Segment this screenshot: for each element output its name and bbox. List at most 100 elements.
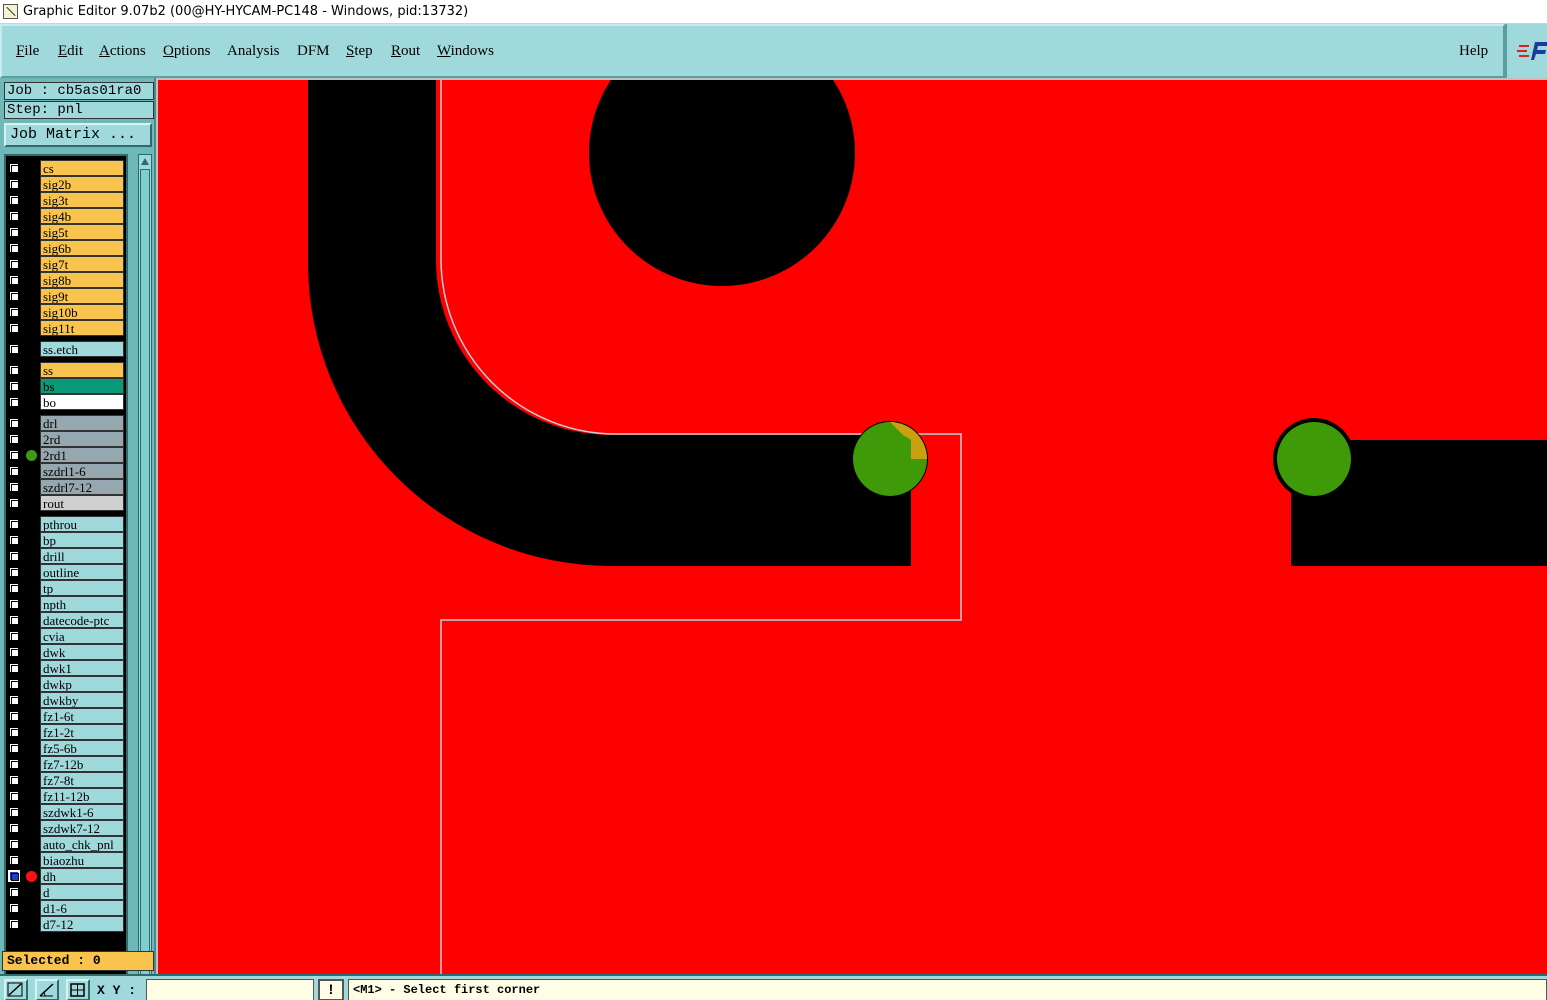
layer-name[interactable]: ss.etch [40, 341, 124, 357]
layer-row-d7-12[interactable]: d7-12 [6, 916, 124, 932]
layer-name[interactable]: fz11-12b [40, 788, 124, 804]
layer-row-rout[interactable]: rout [6, 495, 124, 511]
layer-checkbox[interactable] [8, 417, 20, 429]
layer-checkbox[interactable] [8, 242, 20, 254]
layer-name[interactable]: sig8b [40, 272, 124, 288]
layer-checkbox[interactable] [8, 870, 20, 882]
menu-file[interactable]: File [16, 43, 39, 60]
layer-checkbox[interactable] [8, 614, 20, 626]
graphic-canvas[interactable] [158, 80, 1547, 974]
layer-row-npth[interactable]: npth [6, 596, 124, 612]
layer-checkbox[interactable] [8, 322, 20, 334]
layer-name[interactable]: d1-6 [40, 900, 124, 916]
layer-checkbox[interactable] [8, 518, 20, 530]
layer-row-sig10b[interactable]: sig10b [6, 304, 124, 320]
layer-checkbox[interactable] [8, 210, 20, 222]
layer-name[interactable]: fz7-8t [40, 772, 124, 788]
layer-name[interactable]: szdwk1-6 [40, 804, 124, 820]
layer-row-dwkby[interactable]: dwkby [6, 692, 124, 708]
menu-actions[interactable]: Actions [99, 43, 146, 60]
layer-name[interactable]: biaozhu [40, 852, 124, 868]
layer-row-sig9t[interactable]: sig9t [6, 288, 124, 304]
layer-checkbox[interactable] [8, 396, 20, 408]
canvas-drawing[interactable] [158, 80, 1547, 974]
measure-button[interactable] [35, 979, 59, 1000]
menu-dfm[interactable]: DFM [297, 43, 330, 60]
layer-checkbox[interactable] [8, 178, 20, 190]
layer-name[interactable]: ss [40, 362, 124, 378]
layer-checkbox[interactable] [8, 710, 20, 722]
layer-name[interactable]: sig5t [40, 224, 124, 240]
layer-row-datecode-ptc[interactable]: datecode-ptc [6, 612, 124, 628]
scroll-up-icon[interactable] [140, 157, 150, 167]
layer-checkbox[interactable] [8, 465, 20, 477]
layer-name[interactable]: sig11t [40, 320, 124, 336]
layer-name[interactable]: cs [40, 160, 124, 176]
layer-checkbox[interactable] [8, 790, 20, 802]
layer-name[interactable]: 2rd [40, 431, 124, 447]
layer-name[interactable]: outline [40, 564, 124, 580]
layer-name[interactable]: drl [40, 415, 124, 431]
layer-row-sig11t[interactable]: sig11t [6, 320, 124, 336]
layer-checkbox[interactable] [8, 758, 20, 770]
layer-name[interactable]: fz5-6b [40, 740, 124, 756]
layer-row-szdwk7-12[interactable]: szdwk7-12 [6, 820, 124, 836]
layer-row-cs[interactable]: cs [6, 160, 124, 176]
layer-checkbox[interactable] [8, 550, 20, 562]
layer-row-drill[interactable]: drill [6, 548, 124, 564]
layer-checkbox[interactable] [8, 742, 20, 754]
layer-checkbox[interactable] [8, 566, 20, 578]
layer-checkbox[interactable] [8, 646, 20, 658]
zoom-area-button[interactable] [4, 979, 28, 1000]
layer-checkbox[interactable] [8, 726, 20, 738]
layer-row-bp[interactable]: bp [6, 532, 124, 548]
layer-name[interactable]: bo [40, 394, 124, 410]
scroll-thumb[interactable] [140, 169, 150, 1000]
layer-row-cvia[interactable]: cvia [6, 628, 124, 644]
layer-name[interactable]: szdrl1-6 [40, 463, 124, 479]
layer-row-bs[interactable]: bs [6, 378, 124, 394]
layer-row-pthrou[interactable]: pthrou [6, 516, 124, 532]
layer-name[interactable]: sig9t [40, 288, 124, 304]
layer-name[interactable]: sig3t [40, 192, 124, 208]
layer-row-d[interactable]: d [6, 884, 124, 900]
layer-name[interactable]: fz7-12b [40, 756, 124, 772]
layer-row-ss.etch[interactable]: ss.etch [6, 341, 124, 357]
layer-checkbox[interactable] [8, 662, 20, 674]
layer-row-sig8b[interactable]: sig8b [6, 272, 124, 288]
layer-row-sig3t[interactable]: sig3t [6, 192, 124, 208]
menu-rout[interactable]: Rout [391, 43, 420, 60]
xy-input[interactable] [146, 979, 314, 1000]
layer-name[interactable]: sig2b [40, 176, 124, 192]
layer-row-outline[interactable]: outline [6, 564, 124, 580]
layer-row-dh[interactable]: dh [6, 868, 124, 884]
layer-checkbox[interactable] [8, 481, 20, 493]
layer-row-fz11-12b[interactable]: fz11-12b [6, 788, 124, 804]
layer-checkbox[interactable] [8, 806, 20, 818]
menu-help[interactable]: Help [1459, 43, 1488, 60]
layer-row-sig7t[interactable]: sig7t [6, 256, 124, 272]
layer-name[interactable]: dwk1 [40, 660, 124, 676]
layer-name[interactable]: rout [40, 495, 124, 511]
job-matrix-button[interactable]: Job Matrix ... [4, 123, 152, 147]
layer-name[interactable]: szdrl7-12 [40, 479, 124, 495]
layer-row-szdwk1-6[interactable]: szdwk1-6 [6, 804, 124, 820]
layer-row-ss[interactable]: ss [6, 362, 124, 378]
layer-checkbox[interactable] [8, 258, 20, 270]
layer-row-2rd1[interactable]: 2rd1 [6, 447, 124, 463]
layer-checkbox[interactable] [8, 290, 20, 302]
layer-checkbox[interactable] [8, 774, 20, 786]
warning-button[interactable]: ! [318, 979, 344, 1000]
layer-checkbox[interactable] [8, 343, 20, 355]
layer-checkbox[interactable] [8, 306, 20, 318]
menu-windows[interactable]: Windows [437, 43, 494, 60]
layer-name[interactable]: pthrou [40, 516, 124, 532]
layer-name[interactable]: szdwk7-12 [40, 820, 124, 836]
layer-row-fz7-8t[interactable]: fz7-8t [6, 772, 124, 788]
menu-analysis[interactable]: Analysis [227, 43, 280, 60]
layer-row-drl[interactable]: drl [6, 415, 124, 431]
layer-row-tp[interactable]: tp [6, 580, 124, 596]
layer-checkbox[interactable] [8, 694, 20, 706]
layer-name[interactable]: dwkp [40, 676, 124, 692]
layer-name[interactable]: fz1-6t [40, 708, 124, 724]
